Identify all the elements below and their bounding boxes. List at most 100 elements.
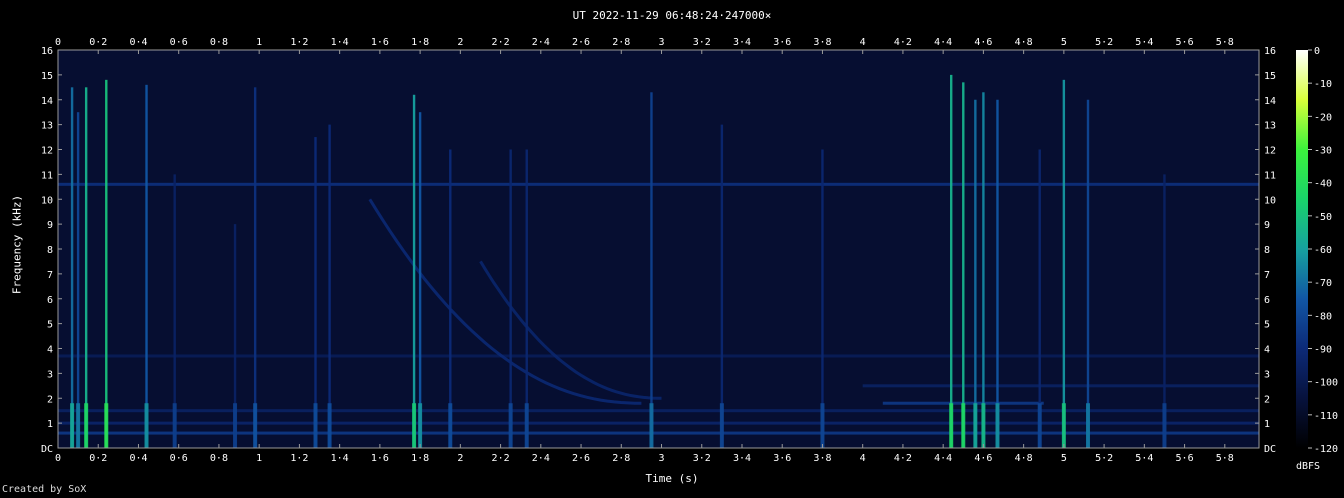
- colorbar-label: dBFS: [1296, 461, 1321, 472]
- y-tick-label-right: 8: [1264, 245, 1270, 256]
- y-tick-label-right: 2: [1264, 394, 1270, 405]
- x-tick-label-top: 1·2: [290, 37, 308, 48]
- x-tick-label-top: 3·4: [733, 37, 751, 48]
- y-tick-label-right: 1: [1264, 419, 1270, 430]
- x-tick-label-bottom: 1·4: [331, 453, 349, 464]
- colorbar-tick-label: -40: [1314, 179, 1332, 190]
- y-tick-label-right: 4: [1264, 345, 1270, 356]
- sferic-base: [981, 403, 986, 448]
- background-noise: [58, 50, 1259, 448]
- sferic-line: [650, 92, 653, 448]
- sferic-line: [105, 79, 108, 448]
- y-tick-label-right: 11: [1264, 170, 1276, 181]
- x-tick-label-top: 2·4: [532, 37, 550, 48]
- sferic-base: [233, 403, 238, 448]
- x-tick-label-top: 3: [659, 37, 665, 48]
- sferic-base: [524, 403, 529, 448]
- y-tick-label-left: 15: [41, 71, 53, 82]
- sferic-line: [982, 92, 985, 448]
- sferic-line: [145, 84, 148, 448]
- x-tick-label-bottom: 5·2: [1095, 453, 1113, 464]
- sferic-base: [412, 403, 417, 448]
- y-tick-label-left: 2: [47, 394, 53, 405]
- x-tick-label-bottom: 5·4: [1135, 453, 1153, 464]
- tone-line: [862, 384, 1259, 388]
- y-tick-label-right: 14: [1264, 96, 1276, 107]
- y-tick-label-right: DC: [1264, 444, 1276, 455]
- y-tick-label-left: 6: [47, 295, 53, 306]
- x-tick-label-top: 5·8: [1216, 37, 1234, 48]
- colorbar-ticks: 0 -10 -20 -30 -40 -50 -60 -70 -80 -90 -100 -110 -120: [1308, 46, 1338, 455]
- sferic-line: [1086, 99, 1090, 448]
- sferic-line: [418, 112, 422, 448]
- sferic-base: [949, 403, 954, 448]
- x-tick-label-bottom: 0·6: [170, 453, 188, 464]
- sferic-base: [313, 403, 318, 448]
- sferic-base: [995, 403, 1000, 448]
- y-tick-label-left: 4: [47, 345, 53, 356]
- x-axis-label: Time (s): [645, 472, 699, 485]
- y-tick-label-left: 1: [47, 419, 53, 430]
- x-tick-label-top: 4·6: [974, 37, 992, 48]
- sferic-base: [172, 403, 177, 448]
- x-tick-label-top: 3·6: [773, 37, 791, 48]
- x-tick-label-top: 5: [1061, 37, 1067, 48]
- y-tick-label-left: 16: [41, 46, 53, 57]
- colorbar-tick-label: -50: [1314, 212, 1332, 223]
- sferic-line: [314, 137, 317, 448]
- y-tick-label-left: 11: [41, 170, 53, 181]
- y-tick-label-left: 5: [47, 320, 53, 331]
- tone-line: [58, 421, 1259, 425]
- sferic-base: [76, 403, 81, 448]
- x-tick-label-top: 1·8: [411, 37, 429, 48]
- sferic-base: [1061, 403, 1066, 448]
- x-tick-label-top: 2: [457, 37, 463, 48]
- x-tick-label-bottom: 3·8: [813, 453, 831, 464]
- tone-line: [58, 182, 1259, 186]
- x-tick-label-bottom: 3·2: [693, 453, 711, 464]
- x-tick-label-top: 5·6: [1176, 37, 1194, 48]
- sferic-base: [144, 403, 149, 448]
- x-tick-label-bottom: 3·4: [733, 453, 751, 464]
- x-tick-label-bottom: 0·2: [89, 453, 107, 464]
- x-tick-label-top: 2·8: [612, 37, 630, 48]
- sferic-base: [508, 403, 513, 448]
- x-tick-label-bottom: 2·4: [532, 453, 550, 464]
- x-tick-label-bottom: 2·6: [572, 453, 590, 464]
- y-tick-label-right: 7: [1264, 270, 1270, 281]
- sferic-base: [973, 403, 978, 448]
- sferic-base: [1162, 403, 1167, 448]
- colorbar-tick-label: 0: [1314, 46, 1320, 57]
- x-tick-label-top: 4·8: [1015, 37, 1033, 48]
- sferic-line: [720, 124, 724, 448]
- colorbar-tick-label: -30: [1314, 146, 1332, 157]
- x-tick-label-bottom: 1: [256, 453, 262, 464]
- sferic-base: [253, 403, 258, 448]
- x-tick-label-bottom: 4·8: [1015, 453, 1033, 464]
- spectrogram-events: [58, 50, 1259, 449]
- x-tick-label-bottom: 3: [659, 453, 665, 464]
- y-tick-label-right: 13: [1264, 121, 1276, 132]
- colorbar: [1296, 50, 1308, 448]
- y-tick-label-left: 10: [41, 195, 53, 206]
- colorbar-tick-label: -20: [1314, 112, 1332, 123]
- x-tick-label-top: 1·6: [371, 37, 389, 48]
- sferic-base: [1037, 403, 1042, 448]
- sferic-line: [84, 87, 88, 448]
- y-tick-label-right: 15: [1264, 71, 1276, 82]
- colorbar-tick-label: -80: [1314, 311, 1332, 322]
- y-tick-label-right: 6: [1264, 295, 1270, 306]
- sferic-line: [974, 99, 977, 448]
- colorbar-tick-label: -110: [1314, 411, 1338, 422]
- sferic-line: [962, 82, 965, 449]
- y-tick-label-right: 5: [1264, 320, 1270, 331]
- x-tick-label-bottom: 0·4: [129, 453, 147, 464]
- sferic-base: [448, 403, 453, 448]
- x-tick-label-bottom: 4·6: [974, 453, 992, 464]
- sferic-line: [76, 112, 80, 448]
- x-tick-label-bottom: 5·8: [1216, 453, 1234, 464]
- sferic-base: [70, 403, 75, 448]
- colorbar-tick-label: -60: [1314, 245, 1332, 256]
- sferic-line: [412, 94, 416, 449]
- x-tick-label-bottom: 2·2: [492, 453, 510, 464]
